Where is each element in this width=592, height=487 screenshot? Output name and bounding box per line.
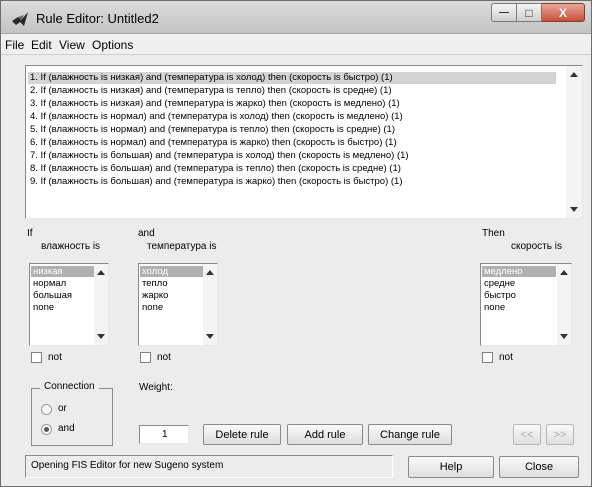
rule-item[interactable]: 4. If (влажность is нормал) and (темпера…: [28, 111, 556, 123]
close-window-button[interactable]: X: [542, 3, 585, 22]
menu-options[interactable]: Options: [92, 38, 133, 52]
rule-editor-window: Rule Editor: Untitled2 — □ X File Edit V…: [0, 0, 592, 487]
rules-scrollbar[interactable]: [566, 66, 582, 218]
add-rule-button[interactable]: Add rule: [287, 424, 363, 445]
radio-selected-dot-icon: [44, 427, 49, 432]
scroll-up-arrow-icon[interactable]: [560, 270, 568, 275]
output-variable-label: скорость is: [511, 241, 562, 252]
rule-item[interactable]: 2. If (влажность is низкая) and (темпера…: [28, 85, 556, 97]
scroll-down-arrow-icon[interactable]: [570, 207, 578, 212]
input2-not-label: not: [157, 352, 171, 363]
list-item[interactable]: большая: [31, 290, 97, 301]
menu-file[interactable]: File: [5, 38, 24, 52]
rule-item[interactable]: 8. If (влажность is большая) and (темпер…: [28, 163, 556, 175]
close-button[interactable]: Close: [499, 456, 579, 478]
close-icon: X: [558, 5, 567, 20]
input2-scrollbar[interactable]: [203, 264, 217, 345]
and-radio[interactable]: [41, 424, 52, 435]
scroll-up-arrow-icon[interactable]: [97, 270, 105, 275]
list-item[interactable]: холод: [140, 266, 206, 277]
input1-not-label: not: [48, 352, 62, 363]
connection-group: Connection or and: [31, 381, 113, 446]
list-item[interactable]: none: [31, 302, 97, 313]
list-item[interactable]: нормал: [31, 278, 97, 289]
rule-item[interactable]: 7. If (влажность is большая) and (темпер…: [28, 150, 556, 162]
menu-view[interactable]: View: [59, 38, 85, 52]
rules-list[interactable]: 1. If (влажность is низкая) and (темпера…: [25, 65, 583, 219]
weight-label: Weight:: [139, 382, 173, 393]
weight-input[interactable]: 1: [139, 425, 189, 444]
rule-item[interactable]: 5. If (влажность is нормал) and (темпера…: [28, 124, 556, 136]
output-mf-list[interactable]: медлено средне быстро none: [480, 263, 572, 346]
previous-button[interactable]: <<: [513, 424, 541, 445]
input1-mf-list[interactable]: низкая нормал большая none: [29, 263, 109, 346]
connection-title: Connection: [40, 381, 99, 392]
change-rule-button[interactable]: Change rule: [368, 424, 452, 445]
and-label: and: [138, 228, 155, 239]
then-label: Then: [482, 228, 505, 239]
scroll-up-arrow-icon[interactable]: [570, 72, 578, 77]
and-connection-label: and: [58, 423, 75, 434]
next-button[interactable]: >>: [546, 424, 574, 445]
input1-scrollbar[interactable]: [94, 264, 108, 345]
if-label: If: [27, 228, 33, 239]
or-label: or: [58, 403, 67, 414]
rule-item[interactable]: 6. If (влажность is нормал) and (темпера…: [28, 137, 556, 149]
minimize-button[interactable]: —: [491, 3, 517, 22]
output-not-checkbox[interactable]: [482, 352, 493, 363]
maximize-button[interactable]: □: [517, 3, 542, 22]
list-item[interactable]: жарко: [140, 290, 206, 301]
input2-not-checkbox[interactable]: [140, 352, 151, 363]
list-item[interactable]: тепло: [140, 278, 206, 289]
status-bar: Opening FIS Editor for new Sugeno system: [25, 455, 393, 478]
scroll-up-arrow-icon[interactable]: [206, 270, 214, 275]
minimize-icon: —: [499, 7, 509, 18]
output-not-label: not: [499, 352, 513, 363]
input1-variable-label: влажность is: [41, 241, 101, 252]
input2-variable-label: температура is: [147, 241, 217, 252]
rule-item[interactable]: 1. If (влажность is низкая) and (темпера…: [28, 72, 556, 84]
scroll-down-arrow-icon[interactable]: [560, 334, 568, 339]
help-button[interactable]: Help: [408, 456, 494, 478]
input1-not-checkbox[interactable]: [31, 352, 42, 363]
rule-item[interactable]: 3. If (влажность is низкая) and (темпера…: [28, 98, 556, 110]
matlab-logo-icon: [12, 12, 28, 26]
input2-mf-list[interactable]: холод тепло жарко none: [138, 263, 218, 346]
output-scrollbar[interactable]: [557, 264, 571, 345]
list-item[interactable]: низкая: [31, 266, 97, 277]
maximize-icon: □: [525, 5, 533, 20]
scroll-down-arrow-icon[interactable]: [206, 334, 214, 339]
list-item[interactable]: быстро: [482, 290, 548, 301]
delete-rule-button[interactable]: Delete rule: [203, 424, 281, 445]
list-item[interactable]: средне: [482, 278, 548, 289]
menu-edit[interactable]: Edit: [31, 38, 52, 52]
window-controls: — □ X: [491, 3, 585, 23]
list-item[interactable]: none: [140, 302, 206, 313]
rule-item[interactable]: 9. If (влажность is большая) and (темпер…: [28, 176, 556, 188]
list-item[interactable]: медлено: [482, 266, 556, 277]
or-radio[interactable]: [41, 404, 52, 415]
title-bar[interactable]: Rule Editor: Untitled2 — □ X: [1, 1, 591, 34]
menu-bar: File Edit View Options: [1, 34, 591, 55]
window-title: Rule Editor: Untitled2: [36, 11, 159, 26]
list-item[interactable]: none: [482, 302, 548, 313]
scroll-down-arrow-icon[interactable]: [97, 334, 105, 339]
